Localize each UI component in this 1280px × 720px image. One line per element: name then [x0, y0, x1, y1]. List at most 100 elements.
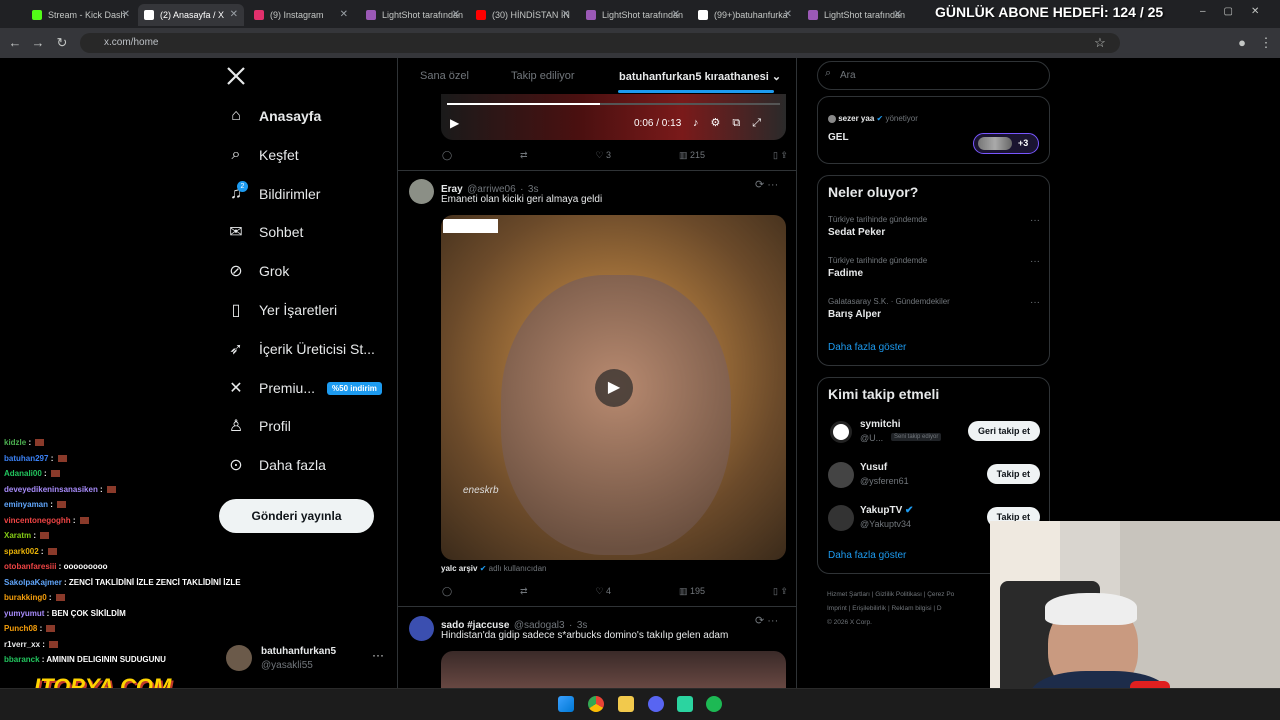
nav-more[interactable]: ⊙ Daha fazla	[226, 453, 326, 477]
more-horizontal-icon[interactable]: ⟳ ···	[755, 614, 778, 627]
discord-icon[interactable]	[648, 696, 664, 712]
chat-username[interactable]: burakking0	[4, 593, 47, 602]
follow-suggestion[interactable]: Yusuf @ysferen61 Takip et	[828, 462, 1040, 492]
avatar[interactable]	[409, 616, 434, 641]
avatar[interactable]	[409, 179, 434, 204]
chat-username[interactable]: SakolpaKajmer	[4, 578, 62, 587]
windows-start-icon[interactable]	[558, 696, 574, 712]
profile-avatar-icon[interactable]: ●	[1232, 33, 1252, 53]
close-icon[interactable]: ✕	[230, 9, 238, 20]
nav-messages[interactable]: ✉ Sohbet	[226, 220, 303, 244]
chat-username[interactable]: kidzle	[4, 438, 26, 447]
video-player[interactable]: ▶ 0:06 / 0:13 ♪⚙⧉⤢	[441, 94, 786, 140]
nav-explore[interactable]: ⌕ Keşfet	[226, 143, 299, 167]
menu-kebab-icon[interactable]: ⋮	[1256, 33, 1276, 53]
nav-grok[interactable]: ⊘ Grok	[226, 259, 289, 283]
forward-icon[interactable]: →	[28, 33, 48, 53]
follow-back-button[interactable]: Geri takip et	[967, 421, 1040, 441]
more-horizontal-icon[interactable]: ···	[372, 648, 384, 662]
reply-icon[interactable]: ◯	[442, 586, 452, 597]
x-logo-icon[interactable]	[226, 66, 246, 86]
chat-username[interactable]: otobanfaresiii	[4, 562, 56, 571]
chat-username[interactable]: bbaranck	[4, 655, 40, 664]
footer-link[interactable]: Imprint	[827, 605, 847, 612]
chat-username[interactable]: Adanali00	[4, 469, 42, 478]
chat-username[interactable]: eminyaman	[4, 500, 48, 509]
browser-tab[interactable]: LightShot tarafından ✕	[580, 4, 686, 26]
views-stat[interactable]: ▥ 215	[679, 150, 705, 161]
browser-tab[interactable]: (99+)batuhanfurka ✕	[692, 4, 798, 26]
chat-username[interactable]: r1verr_xx	[4, 640, 40, 649]
browser-tab[interactable]: (30) HİNDİSTAN İN ✕	[470, 4, 576, 26]
browser-tab-active[interactable]: (2) Anasayfa / X ✕	[138, 4, 244, 26]
tweet-video[interactable]: ▶ eneskrb	[441, 215, 786, 560]
close-icon[interactable]: ✕	[894, 9, 902, 20]
close-icon[interactable]: ✕	[784, 9, 792, 20]
more-horizontal-icon[interactable]: ⟳ ···	[755, 178, 778, 191]
nav-home[interactable]: ⌂ Anasayfa	[226, 104, 321, 128]
more-horizontal-icon[interactable]: ···	[1030, 215, 1040, 226]
tab-community[interactable]: batuhanfurkan5 kıraathanesi ⌄	[619, 70, 781, 83]
footer-link[interactable]: Çerez Po	[927, 591, 954, 598]
follow-suggestion[interactable]: symitchi @U... Seni takip ediyor Geri ta…	[828, 419, 1040, 449]
video-controls-icons[interactable]: ♪⚙⧉⤢	[693, 116, 773, 130]
chat-username[interactable]: vincentonegoghh	[4, 516, 71, 525]
chat-username[interactable]: spark002	[4, 547, 39, 556]
more-horizontal-icon[interactable]: ···	[1030, 256, 1040, 267]
bookmark-icon[interactable]: ▯ ⇪	[773, 150, 788, 161]
follow-button[interactable]: Takip et	[986, 464, 1040, 484]
back-icon[interactable]: ←	[5, 33, 25, 53]
trend-item[interactable]: Türkiye tarihinde gündemde Fadime ···	[828, 256, 1040, 279]
video-source[interactable]: yalc arşiv ✔ adlı kullanıcıdan	[441, 564, 546, 573]
file-explorer-icon[interactable]	[618, 696, 634, 712]
spotify-icon[interactable]	[706, 696, 722, 712]
nav-bookmarks[interactable]: ▯ Yer İşaretleri	[226, 298, 337, 322]
like-button[interactable]: ♡ 4	[595, 586, 611, 597]
show-more-link[interactable]: Daha fazla göster	[828, 342, 906, 353]
footer-link[interactable]: Reklam bilgisi	[891, 605, 931, 612]
chat-username[interactable]: yumyumut	[4, 609, 44, 618]
url-input[interactable]: x.com/home	[80, 33, 1120, 53]
retweet-icon[interactable]: ⇄	[520, 586, 528, 597]
browser-tab[interactable]: Stream - Kick Dash ✕	[26, 4, 136, 26]
video-progress-track[interactable]	[447, 103, 780, 105]
browser-tab[interactable]: LightShot tarafından ✕	[802, 4, 908, 26]
reload-icon[interactable]: ↻	[52, 33, 72, 53]
account-switcher[interactable]: batuhanfurkan5 @yasakli55 ···	[226, 644, 396, 676]
reply-icon[interactable]: ◯	[442, 150, 452, 161]
chat-username[interactable]: batuhan297	[4, 454, 48, 463]
trend-item[interactable]: Galatasaray S.K. · Gündemdekiler Barış Al…	[828, 297, 1040, 320]
show-more-link[interactable]: Daha fazla göster	[828, 550, 906, 561]
tab-following[interactable]: Takip ediliyor	[511, 70, 575, 82]
like-button[interactable]: ♡ 3	[595, 150, 611, 161]
close-icon[interactable]: ✕	[340, 9, 348, 20]
play-icon[interactable]: ▶	[595, 369, 633, 407]
bookmark-icon[interactable]: ▯ ⇪	[773, 586, 788, 597]
footer-link[interactable]: Gizlilik Politikası	[875, 591, 922, 598]
chat-username[interactable]: deveyedikeninsanasiken	[4, 485, 98, 494]
close-icon[interactable]: ✕	[672, 9, 680, 20]
nav-notifications[interactable]: ♫ 2 Bildirimler	[226, 181, 320, 206]
app-icon[interactable]	[677, 696, 693, 712]
live-space-card[interactable]: sezer yaa ✔ yönetiyor GEL +3	[817, 96, 1050, 164]
footer-link[interactable]: Hizmet Şartları	[827, 591, 870, 598]
chat-username[interactable]: Xaratm	[4, 531, 31, 540]
browser-tab[interactable]: LightShot tarafından ✕	[360, 4, 466, 26]
browser-tab[interactable]: (9) Instagram ✕	[248, 4, 354, 26]
footer-link[interactable]: Erişilebilirlik	[852, 605, 886, 612]
retweet-icon[interactable]: ⇄	[520, 150, 528, 161]
nav-premium[interactable]: ✕ Premiu... %50 indirim	[226, 376, 382, 400]
footer-link[interactable]: D	[937, 605, 942, 612]
search-input[interactable]: Ara	[817, 61, 1050, 90]
nav-profile[interactable]: ♙ Profil	[226, 414, 291, 438]
trend-item[interactable]: Türkiye tarihinde gündemde Sedat Peker ···	[828, 215, 1040, 238]
play-icon[interactable]: ▶	[450, 116, 459, 130]
chrome-icon[interactable]	[588, 696, 604, 712]
nav-creator-studio[interactable]: ➶ İçerik Üreticisi St...	[226, 337, 375, 361]
tab-for-you[interactable]: Sana özel	[420, 70, 469, 82]
bookmark-star-icon[interactable]: ☆	[1090, 33, 1110, 53]
more-horizontal-icon[interactable]: ···	[1030, 297, 1040, 308]
close-icon[interactable]: ✕	[452, 9, 460, 20]
window-controls[interactable]: –▢✕	[1200, 6, 1277, 17]
space-listeners[interactable]: +3	[973, 133, 1039, 154]
